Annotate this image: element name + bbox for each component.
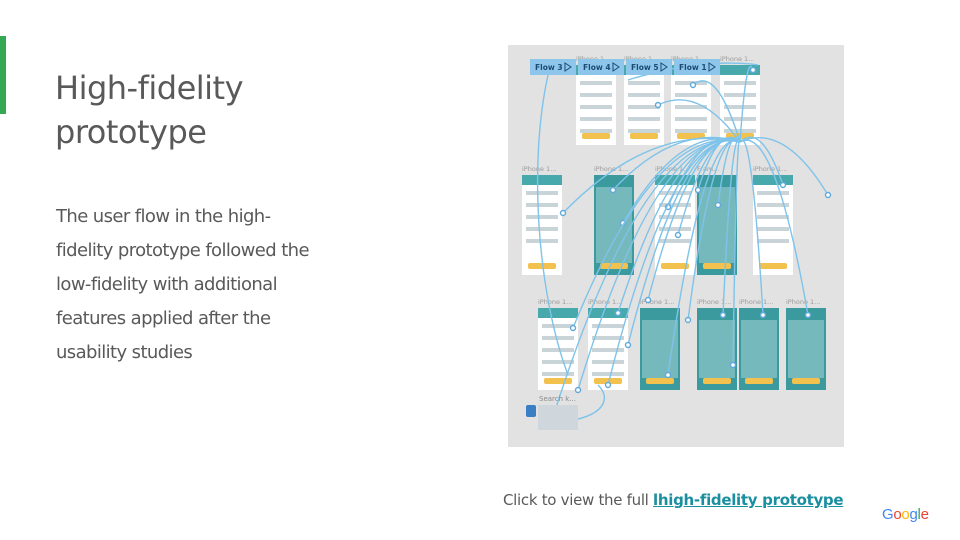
prototype-frames: iPhone 1... iPhone 1... iPhone 1... iPhone … <box>522 55 826 390</box>
flow-tag: Flow 1 <box>674 59 720 75</box>
flow-tag: Flow 4 <box>578 59 624 75</box>
phone-frame: iPhone 1... <box>739 298 779 390</box>
logo-letter: o <box>901 506 910 523</box>
footer-prefix: Click to view the full <box>503 491 654 509</box>
slide-body-text: The user flow in the high-fidelity proto… <box>56 206 310 363</box>
flow-tag-label: Flow 3 <box>535 63 563 72</box>
frame-label: iPhone 1... <box>786 298 820 306</box>
flow-tag-label: Flow 4 <box>583 63 611 72</box>
prototype-link-text: high-fidelity prototype <box>657 491 844 509</box>
phone-frame: iPhone 1... <box>786 298 826 390</box>
prototype-canvas: iPhone 1... iPhone 1... iPhone 1... iPhone … <box>522 55 832 430</box>
accent-bar <box>0 36 6 114</box>
footer-caption: Click to view the full lhigh-fidelity pr… <box>503 491 844 509</box>
prototype-screenshot[interactable]: iPhone 1... iPhone 1... iPhone 1... iPhone … <box>508 45 844 447</box>
keyboard-frame: Search k... <box>526 395 578 430</box>
flow-tag-label: Flow 1 <box>679 63 707 72</box>
logo-letter: G <box>882 506 894 523</box>
phone-frame: iPhone 1... <box>588 298 628 390</box>
logo-letter: e <box>920 506 929 523</box>
flow-tag: Flow 5 <box>626 59 672 75</box>
frame-label: iPhone 1... <box>522 165 556 173</box>
logo-letter: o <box>893 506 902 523</box>
slide-title: High-fidelity prototype <box>55 69 244 151</box>
logo-letter: g <box>909 506 918 523</box>
keyboard-label: Search k... <box>539 395 576 403</box>
phone-frame: iPhone 1... <box>697 298 737 390</box>
flow-tag: Flow 3 <box>530 59 576 75</box>
phone-frame: iPhone 1... <box>640 298 680 390</box>
frame-label: iPhone 1... <box>697 298 731 306</box>
google-logo: Google <box>882 506 929 523</box>
prototype-link[interactable]: lhigh-fidelity prototype <box>653 491 844 509</box>
flow-tag-label: Flow 5 <box>631 63 659 72</box>
frame-label: iPhone 1... <box>739 298 773 306</box>
frame-label: iPhone 1... <box>720 55 754 63</box>
frame-label: iPhone 1... <box>538 298 572 306</box>
